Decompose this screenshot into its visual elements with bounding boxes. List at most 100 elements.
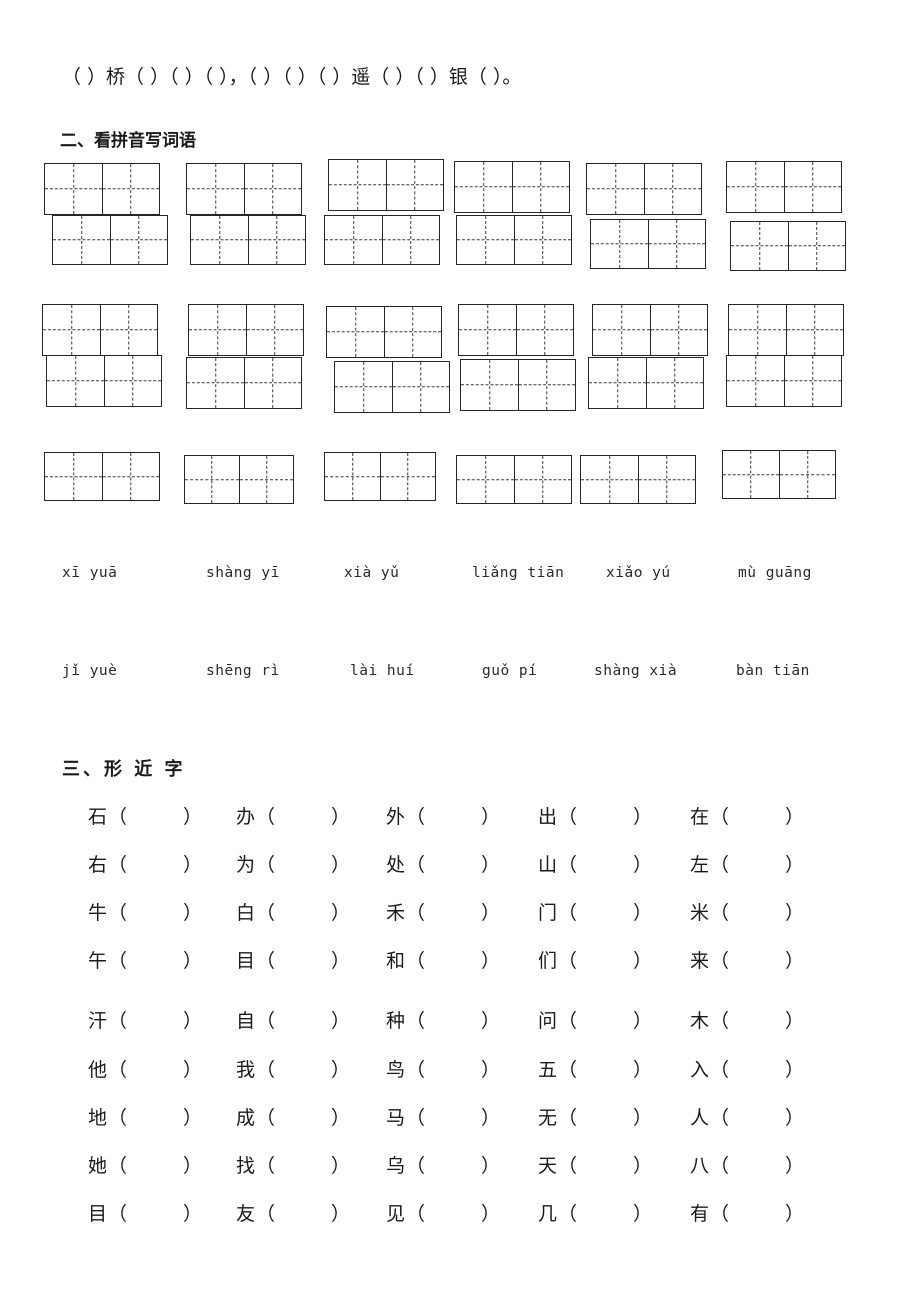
tianzige-cell[interactable] (329, 160, 386, 210)
character-entry[interactable]: 她（ ） (88, 1153, 202, 1179)
character-entry[interactable]: 在（ ） (690, 804, 804, 830)
tianzige-cell[interactable] (104, 356, 161, 406)
tianzige-pair-r1-c3[interactable] (328, 159, 444, 211)
tianzige-pair-r4-c6[interactable] (726, 355, 842, 407)
character-entry[interactable]: 八（ ） (690, 1153, 804, 1179)
character-entry[interactable]: 为（ ） (236, 852, 350, 878)
tianzige-pair-r2-c2[interactable] (190, 215, 306, 265)
tianzige-pair-r2-c3[interactable] (324, 215, 440, 265)
tianzige-cell[interactable] (788, 222, 845, 270)
tianzige-cell[interactable] (648, 220, 705, 268)
tianzige-pair-r1-c2[interactable] (186, 163, 302, 215)
character-entry[interactable]: 山（ ） (538, 852, 652, 878)
character-entry[interactable]: 午（ ） (88, 948, 202, 974)
tianzige-cell[interactable] (731, 222, 788, 270)
tianzige-cell[interactable] (45, 164, 102, 214)
tianzige-cell[interactable] (593, 305, 650, 355)
tianzige-cell[interactable] (581, 456, 638, 503)
tianzige-cell[interactable] (455, 162, 512, 212)
character-entry[interactable]: 来（ ） (690, 948, 804, 974)
tianzige-cell[interactable] (239, 456, 293, 503)
tianzige-cell[interactable] (723, 451, 779, 498)
character-entry[interactable]: 天（ ） (538, 1153, 652, 1179)
tianzige-cell[interactable] (512, 162, 569, 212)
character-entry[interactable]: 禾（ ） (386, 900, 500, 926)
tianzige-cell[interactable] (729, 305, 786, 355)
tianzige-cell[interactable] (327, 307, 384, 357)
character-entry[interactable]: 外（ ） (386, 804, 500, 830)
character-entry[interactable]: 牛（ ） (88, 900, 202, 926)
character-entry[interactable]: 马（ ） (386, 1105, 500, 1131)
tianzige-cell[interactable] (591, 220, 648, 268)
tianzige-pair-r4-c1[interactable] (46, 355, 162, 407)
character-entry[interactable]: 左（ ） (690, 852, 804, 878)
tianzige-cell[interactable] (461, 360, 518, 410)
character-entry[interactable]: 白（ ） (236, 900, 350, 926)
character-entry[interactable]: 右（ ） (88, 852, 202, 878)
character-entry[interactable]: 目（ ） (236, 948, 350, 974)
tianzige-answer-pair-6[interactable] (722, 450, 836, 499)
character-entry[interactable]: 有（ ） (690, 1201, 804, 1227)
tianzige-cell[interactable] (53, 216, 110, 264)
tianzige-pair-r4-c4[interactable] (460, 359, 576, 411)
tianzige-pair-r3-c2[interactable] (188, 304, 304, 356)
character-entry[interactable]: 米（ ） (690, 900, 804, 926)
tianzige-cell[interactable] (384, 307, 441, 357)
character-entry[interactable]: 汗（ ） (88, 1008, 202, 1034)
character-entry[interactable]: 和（ ） (386, 948, 500, 974)
tianzige-pair-r4-c3[interactable] (334, 361, 450, 413)
tianzige-cell[interactable] (457, 456, 514, 503)
tianzige-pair-r2-c6[interactable] (730, 221, 846, 271)
tianzige-cell[interactable] (100, 305, 157, 355)
tianzige-pair-r1-c4[interactable] (454, 161, 570, 213)
tianzige-cell[interactable] (650, 305, 707, 355)
tianzige-cell[interactable] (727, 162, 784, 212)
tianzige-pair-r1-c6[interactable] (726, 161, 842, 213)
tianzige-cell[interactable] (386, 160, 443, 210)
tianzige-answer-pair-3[interactable] (324, 452, 436, 501)
character-entry[interactable]: 几（ ） (538, 1201, 652, 1227)
tianzige-pair-r3-c1[interactable] (42, 304, 158, 356)
tianzige-cell[interactable] (43, 305, 100, 355)
tianzige-pair-r3-c3[interactable] (326, 306, 442, 358)
tianzige-cell[interactable] (189, 305, 246, 355)
character-entry[interactable]: 处（ ） (386, 852, 500, 878)
tianzige-pair-r4-c5[interactable] (588, 357, 704, 409)
character-entry[interactable]: 找（ ） (236, 1153, 350, 1179)
tianzige-cell[interactable] (102, 164, 159, 214)
tianzige-cell[interactable] (646, 358, 703, 408)
character-entry[interactable]: 木（ ） (690, 1008, 804, 1034)
tianzige-cell[interactable] (185, 456, 239, 503)
tianzige-cell[interactable] (382, 216, 439, 264)
character-entry[interactable]: 友（ ） (236, 1201, 350, 1227)
tianzige-cell[interactable] (191, 216, 248, 264)
character-entry[interactable]: 乌（ ） (386, 1153, 500, 1179)
tianzige-cell[interactable] (587, 164, 644, 214)
character-entry[interactable]: 办（ ） (236, 804, 350, 830)
tianzige-pair-r4-c2[interactable] (186, 357, 302, 409)
tianzige-cell[interactable] (325, 216, 382, 264)
tianzige-answer-pair-5[interactable] (580, 455, 696, 504)
tianzige-cell[interactable] (102, 453, 159, 500)
character-entry[interactable]: 门（ ） (538, 900, 652, 926)
tianzige-cell[interactable] (47, 356, 104, 406)
tianzige-answer-pair-4[interactable] (456, 455, 572, 504)
character-entry[interactable]: 无（ ） (538, 1105, 652, 1131)
character-entry[interactable]: 他（ ） (88, 1057, 202, 1083)
character-entry[interactable]: 我（ ） (236, 1057, 350, 1083)
tianzige-pair-r2-c1[interactable] (52, 215, 168, 265)
tianzige-cell[interactable] (380, 453, 435, 500)
character-entry[interactable]: 问（ ） (538, 1008, 652, 1034)
character-entry[interactable]: 自（ ） (236, 1008, 350, 1034)
tianzige-cell[interactable] (516, 305, 573, 355)
tianzige-pair-r3-c6[interactable] (728, 304, 844, 356)
character-entry[interactable]: 目（ ） (88, 1201, 202, 1227)
tianzige-answer-pair-1[interactable] (44, 452, 160, 501)
tianzige-cell[interactable] (514, 456, 571, 503)
tianzige-cell[interactable] (244, 358, 301, 408)
tianzige-cell[interactable] (638, 456, 695, 503)
tianzige-cell[interactable] (589, 358, 646, 408)
tianzige-pair-r3-c5[interactable] (592, 304, 708, 356)
character-entry[interactable]: 五（ ） (538, 1057, 652, 1083)
character-entry[interactable]: 种（ ） (386, 1008, 500, 1034)
